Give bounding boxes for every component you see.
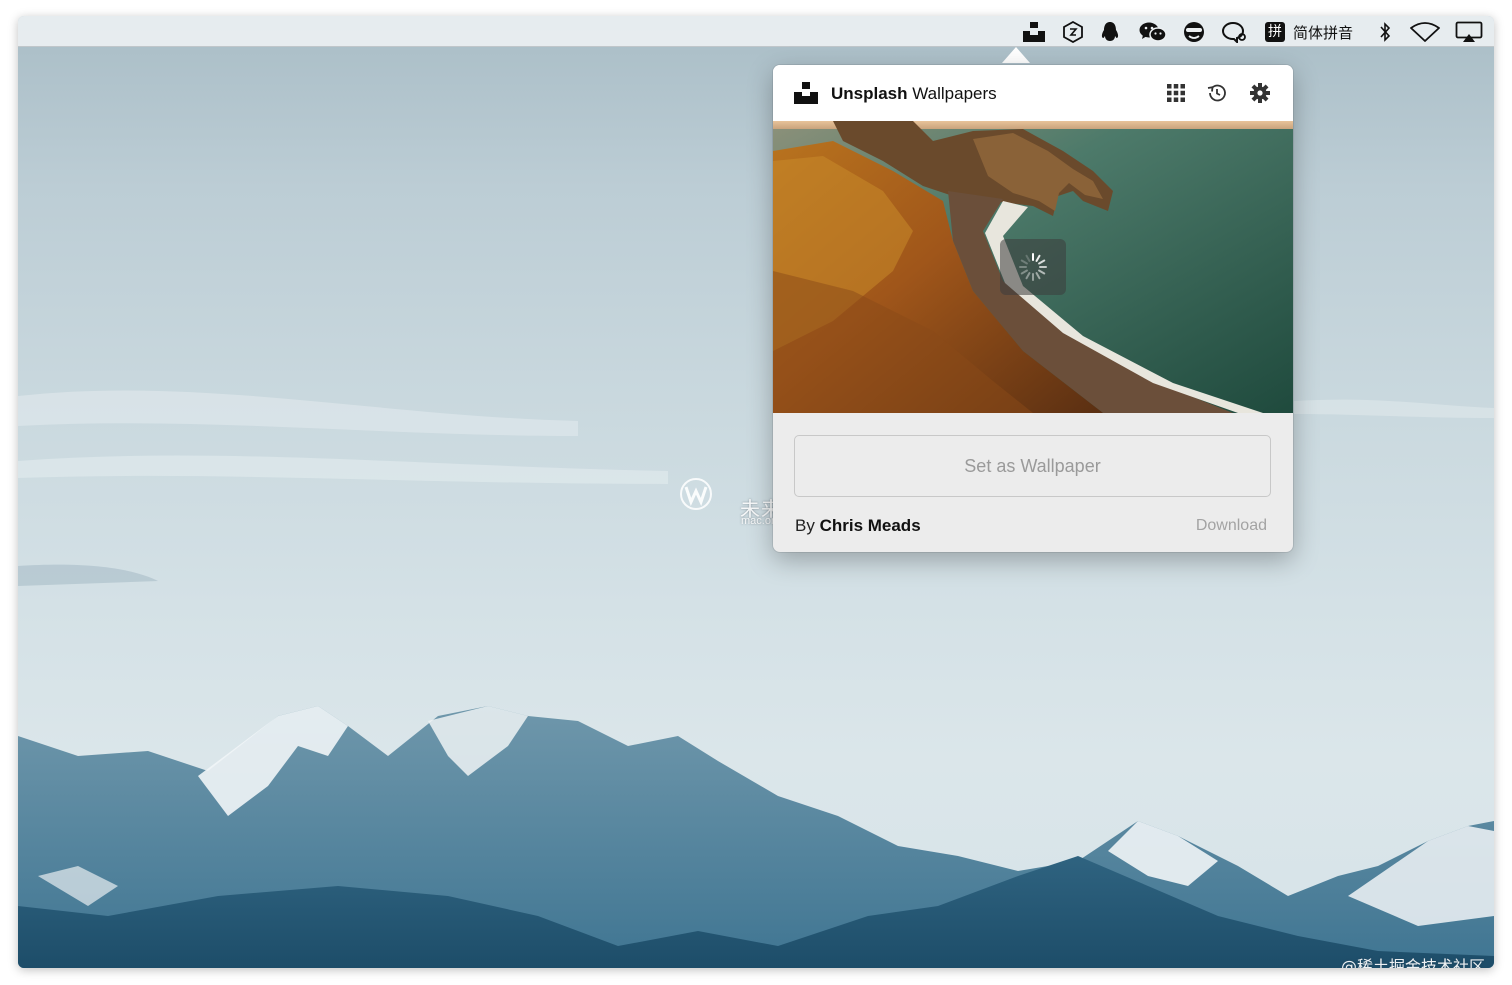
ime-glyph: 拼 xyxy=(1265,22,1285,42)
qq-penguin-icon[interactable] xyxy=(1098,20,1122,44)
download-link[interactable]: Download xyxy=(1196,517,1267,535)
photo-credit: By Chris Meads xyxy=(795,516,921,536)
watermark-corner: @稀土掘金技术社区 xyxy=(1341,953,1485,968)
credit-prefix: By xyxy=(795,516,820,535)
watermark-logo-icon xyxy=(678,476,718,512)
popover-header: Unsplash Wallpapers xyxy=(773,65,1293,121)
unsplash-icon[interactable] xyxy=(1021,20,1047,44)
grid-button[interactable] xyxy=(1164,81,1188,105)
gear-icon xyxy=(1249,82,1271,104)
loading-spinner xyxy=(1000,239,1066,295)
unsplash-popover: Unsplash Wallpapers xyxy=(773,65,1293,552)
history-button[interactable] xyxy=(1205,81,1229,105)
hexagon-app-icon[interactable] xyxy=(1061,20,1085,44)
popover-arrow xyxy=(1002,47,1030,63)
popover-title: Unsplash Wallpapers xyxy=(831,84,997,104)
bluetooth-icon[interactable] xyxy=(1376,20,1394,44)
settings-button[interactable] xyxy=(1248,81,1272,105)
unsplash-logo-icon xyxy=(794,82,818,104)
grid-icon xyxy=(1166,83,1186,103)
set-as-wallpaper-button[interactable]: Set as Wallpaper xyxy=(794,435,1271,497)
pinyin-ime-icon[interactable]: 拼 xyxy=(1264,20,1286,44)
spinner-icon xyxy=(1000,239,1066,295)
history-icon xyxy=(1206,82,1228,104)
ime-label[interactable]: 简体拼音 xyxy=(1293,22,1353,43)
title-bold: Unsplash xyxy=(831,84,908,103)
wifi-icon[interactable] xyxy=(1410,20,1440,44)
airplay-icon[interactable] xyxy=(1454,20,1484,44)
chat-bubble-icon[interactable] xyxy=(1220,20,1248,44)
credit-author[interactable]: Chris Meads xyxy=(820,516,921,535)
menu-bar: 拼 简体拼音 xyxy=(18,16,1494,47)
app-face-icon[interactable] xyxy=(1181,20,1207,44)
wechat-icon[interactable] xyxy=(1138,20,1168,44)
title-rest: Wallpapers xyxy=(908,84,997,103)
